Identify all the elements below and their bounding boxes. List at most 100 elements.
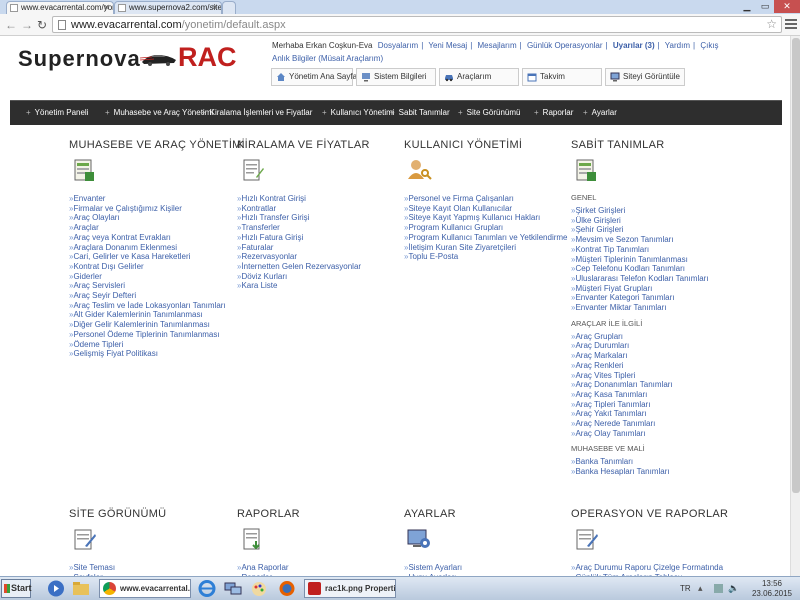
- network-icon[interactable]: [222, 579, 244, 598]
- menu-link[interactable]: Araç Yakıt Tanımları: [571, 409, 709, 419]
- view-site-button[interactable]: Siteyi Görüntüle: [605, 68, 685, 86]
- media-player-icon[interactable]: [45, 579, 67, 598]
- menu-link[interactable]: Toplu E-Posta: [404, 252, 568, 262]
- menu-link[interactable]: Siteye Kayıt Yapmış Kullanıcı Hakları: [404, 213, 568, 223]
- link-yardim[interactable]: Yardım: [665, 41, 690, 50]
- maximize-icon[interactable]: ▭: [756, 0, 774, 13]
- menu-link[interactable]: Firmalar ve Çalıştığımız Kişiler: [69, 204, 245, 214]
- url-field[interactable]: www.evacarrental.com/yonetim/default.asp…: [52, 16, 782, 33]
- home-button[interactable]: Yönetim Ana Sayfa: [271, 68, 357, 86]
- taskbar-chrome-window[interactable]: www.evacarrental....: [99, 579, 191, 598]
- tab-close-icon[interactable]: ✕: [211, 2, 218, 14]
- taskbar-properties-window[interactable]: rac1k.png Properties: [304, 579, 396, 598]
- tray-arrow-icon[interactable]: ▴: [698, 583, 703, 594]
- menu-link[interactable]: Döviz Kurları: [237, 272, 370, 282]
- link-anlik-bilgiler[interactable]: Anlık Bilgiler (Müsait Araçlarım): [272, 54, 383, 63]
- nav-kullanici[interactable]: Kullanıcı Yönetimi: [322, 101, 395, 126]
- system-info-button[interactable]: Sistem Bilgileri: [356, 68, 436, 86]
- menu-link[interactable]: Hızlı Transfer Girişi: [237, 213, 370, 223]
- menu-link[interactable]: Araç Seyir Defteri: [69, 291, 245, 301]
- menu-link[interactable]: Araç Teslim ve İade Lokasyonları Tanımla…: [69, 301, 245, 311]
- firefox-icon[interactable]: [276, 579, 298, 598]
- menu-link[interactable]: Kontrat Tip Tanımları: [571, 245, 709, 255]
- page-scrollbar[interactable]: [790, 36, 800, 576]
- site-logo[interactable]: Supernova RAC: [18, 42, 237, 72]
- paint-icon[interactable]: [248, 579, 270, 598]
- internet-explorer-icon[interactable]: [196, 579, 218, 598]
- menu-link[interactable]: Araçlara Donanım Eklenmesi: [69, 243, 245, 253]
- nav-sabit-tanimlar[interactable]: Sabit Tanımlar: [390, 101, 450, 126]
- menu-link[interactable]: Envanter: [69, 194, 245, 204]
- menu-link[interactable]: Kontratlar: [237, 204, 370, 214]
- browser-tab-inactive[interactable]: www.supernova2.com/site/s ✕: [114, 1, 222, 14]
- link-gunluk-operasyonlar[interactable]: Günlük Operasyonlar: [527, 41, 603, 50]
- menu-link[interactable]: Kara Liste: [237, 281, 370, 291]
- menu-link[interactable]: Banka Hesapları Tanımları: [571, 467, 709, 477]
- menu-link[interactable]: Envanter Kategori Tanımları: [571, 293, 709, 303]
- tab-close-icon[interactable]: ✕: [103, 2, 110, 14]
- menu-link[interactable]: Cep Telefonu Kodları Tanımları: [571, 264, 709, 274]
- bookmark-star-icon[interactable]: ☆: [766, 17, 777, 31]
- menu-link[interactable]: Araçlar: [69, 223, 245, 233]
- scrollbar-thumb[interactable]: [792, 38, 800, 493]
- nav-raporlar[interactable]: Raporlar: [534, 101, 574, 126]
- my-cars-button[interactable]: Araçlarım: [439, 68, 519, 86]
- browser-menu-icon[interactable]: [785, 17, 797, 31]
- menu-link[interactable]: Ülke Girişleri: [571, 216, 709, 226]
- link-mesajlarim[interactable]: Mesajlarım: [478, 41, 517, 50]
- nav-kiralama[interactable]: Kiralama İşlemleri ve Fiyatlar: [201, 101, 313, 126]
- menu-link[interactable]: Site Teması: [69, 563, 166, 573]
- calendar-button[interactable]: Takvim: [522, 68, 602, 86]
- menu-link[interactable]: Personel ve Firma Çalışanları: [404, 194, 568, 204]
- browser-tab-active[interactable]: www.evacarrental.com/yon ✕: [6, 1, 114, 14]
- minimize-icon[interactable]: ▁: [738, 0, 756, 13]
- start-button[interactable]: Start: [1, 579, 32, 598]
- menu-link[interactable]: Giderler: [69, 272, 245, 282]
- window-close-icon[interactable]: ✕: [774, 0, 800, 13]
- back-arrow-icon[interactable]: ←: [4, 17, 18, 33]
- menu-link[interactable]: Uluslararası Telefon Kodları Tanımları: [571, 274, 708, 284]
- menu-link[interactable]: Müşteri Fiyat Grupları: [571, 284, 709, 294]
- volume-icon[interactable]: 🔈: [728, 583, 739, 594]
- link-yeni-mesaj[interactable]: Yeni Mesaj: [428, 41, 467, 50]
- menu-link[interactable]: Gelişmiş Fiyat Politikası: [69, 349, 245, 359]
- menu-link[interactable]: Ana Raporlar: [237, 563, 300, 573]
- menu-link[interactable]: Hızlı Kontrat Girişi: [237, 194, 370, 204]
- link-cikis[interactable]: Çıkış: [700, 41, 718, 50]
- menu-link[interactable]: İnternetten Gelen Rezervasyonlar: [237, 262, 370, 272]
- link-dosyalarim[interactable]: Dosyalarım: [378, 41, 418, 50]
- menu-link[interactable]: Şirket Girişleri: [571, 206, 709, 216]
- menu-link[interactable]: Hızlı Fatura Girişi: [237, 233, 370, 243]
- nav-site-gorunumu[interactable]: Site Görünümü: [458, 101, 521, 126]
- menu-link[interactable]: Rezervasyonlar: [237, 252, 370, 262]
- menu-link[interactable]: Araç Renkleri: [571, 361, 709, 371]
- explorer-folder-icon[interactable]: [70, 579, 92, 598]
- menu-link[interactable]: Araç Olay Tanımları: [571, 429, 709, 439]
- menu-link[interactable]: Araç Kasa Tanımları: [571, 390, 709, 400]
- new-tab-button[interactable]: [222, 1, 236, 14]
- menu-link[interactable]: Faturalar: [237, 243, 370, 253]
- forward-arrow-icon[interactable]: →: [20, 17, 34, 33]
- menu-link[interactable]: Araç Markaları: [571, 351, 709, 361]
- link-uyarilar[interactable]: Uyarılar (3): [613, 41, 655, 50]
- menu-link[interactable]: Araç Tipleri Tanımları: [571, 400, 709, 410]
- menu-link[interactable]: Banka Tanımları: [571, 457, 709, 467]
- menu-link[interactable]: Araç Grupları: [571, 332, 709, 342]
- menu-link[interactable]: Transferler: [237, 223, 370, 233]
- reload-icon[interactable]: ↻: [35, 17, 49, 33]
- menu-link[interactable]: Siteye Kayıt Olan Kullanıcılar: [404, 204, 568, 214]
- menu-link[interactable]: Alt Gider Kalemlerinin Tanımlanması: [69, 310, 245, 320]
- menu-link[interactable]: Ödeme Tipleri: [69, 340, 245, 350]
- nav-yonetim-paneli[interactable]: Yönetim Paneli: [26, 101, 89, 126]
- menu-link[interactable]: Araç Olayları: [69, 213, 245, 223]
- menu-link[interactable]: Araç Nerede Tanımları: [571, 419, 709, 429]
- menu-link[interactable]: Diğer Gelir Kalemlerinin Tanımlanması: [69, 320, 245, 330]
- nav-ayarlar[interactable]: Ayarlar: [583, 101, 617, 126]
- menu-link[interactable]: Araç Durumu Raporu Çizelge Formatında: [571, 563, 728, 573]
- menu-link[interactable]: Program Kullanıcı Tanımları ve Yetkilend…: [404, 233, 567, 243]
- menu-link[interactable]: Araç Durumları: [571, 341, 709, 351]
- menu-link[interactable]: Envanter Miktar Tanımları: [571, 303, 709, 313]
- nav-muhasebe[interactable]: Muhasebe ve Araç Yönetimi: [105, 101, 213, 126]
- menu-link[interactable]: Araç Vites Tipleri: [571, 371, 709, 381]
- menu-link[interactable]: Şehir Girişleri: [571, 225, 709, 235]
